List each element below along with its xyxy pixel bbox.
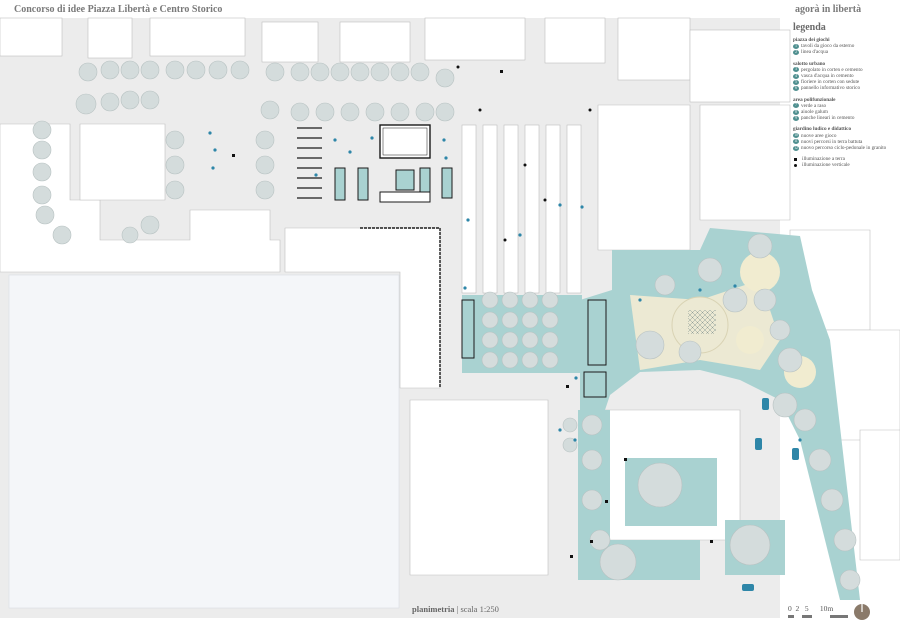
legend-marker: 3 bbox=[793, 67, 799, 73]
north-arrow-icon bbox=[854, 604, 870, 620]
legend-marker: 12 bbox=[793, 145, 799, 151]
legend-item: 6 pannello informativo storico bbox=[793, 85, 893, 91]
legend-marker: 10 bbox=[793, 133, 799, 139]
legend-marker: 8 bbox=[793, 109, 799, 115]
legend-label: nuovo percorso ciclo-pedonale in granito bbox=[801, 145, 887, 152]
project-title: Concorso di idee Piazza Libertà e Centro… bbox=[14, 4, 223, 15]
scale-bar-line bbox=[788, 615, 848, 618]
legend-label: pannello informativo storico bbox=[801, 85, 861, 92]
legend-marker: 7 bbox=[793, 103, 799, 109]
vertical-light-icon bbox=[794, 163, 797, 167]
legend-group-lighting: illuminazione a terra illuminazione vert… bbox=[793, 156, 893, 168]
legend-item: 12 nuovo percorso ciclo-pedonale in grani… bbox=[793, 145, 893, 151]
legend-label: linea d'acqua bbox=[801, 49, 829, 56]
legend-marker: 11 bbox=[793, 139, 799, 145]
caption-scale: scala 1:250 bbox=[460, 604, 499, 614]
scale-bar-ticks: 0 2 5 10m bbox=[788, 604, 834, 613]
legend-group: giardino ludico e didattico 10 nuove aree… bbox=[793, 126, 893, 151]
legend-marker: 9 bbox=[793, 115, 799, 121]
legend-marker: 4 bbox=[793, 73, 799, 79]
legend-label: illuminazione verticale bbox=[802, 162, 850, 169]
legend-group: salotto urbano 3 pergolato in corten e ce… bbox=[793, 61, 893, 92]
scale-bar: 0 2 5 10m bbox=[788, 604, 848, 622]
legend-group: area polifunzionale 7 verde a raso 8 aiuol… bbox=[793, 97, 893, 122]
legend-item: illuminazione verticale bbox=[793, 162, 893, 168]
legend-group: piazza dei giochi 1 tavoli da gioco da es… bbox=[793, 37, 893, 56]
project-brand: agorà in libertà bbox=[795, 4, 862, 15]
legend-marker: 5 bbox=[793, 79, 799, 85]
site-plan-map bbox=[0, 17, 900, 618]
legend-marker: 1 bbox=[793, 43, 799, 49]
legend-heading: legenda bbox=[793, 22, 826, 33]
legend-marker: 2 bbox=[793, 49, 799, 55]
legend-label: panche lineari in cemento bbox=[801, 115, 855, 122]
legend-item: 9 panche lineari in cemento bbox=[793, 115, 893, 121]
blank-inset bbox=[8, 274, 400, 609]
ground-light-icon bbox=[794, 157, 797, 161]
legend-item: 2 linea d'acqua bbox=[793, 49, 893, 55]
legend-marker: 6 bbox=[793, 85, 799, 91]
caption-name: planimetria bbox=[412, 604, 455, 614]
legend-panel: legenda piazza dei giochi 1 tavoli da gio… bbox=[793, 22, 893, 174]
plan-caption: planimetria | scala 1:250 bbox=[412, 604, 499, 614]
